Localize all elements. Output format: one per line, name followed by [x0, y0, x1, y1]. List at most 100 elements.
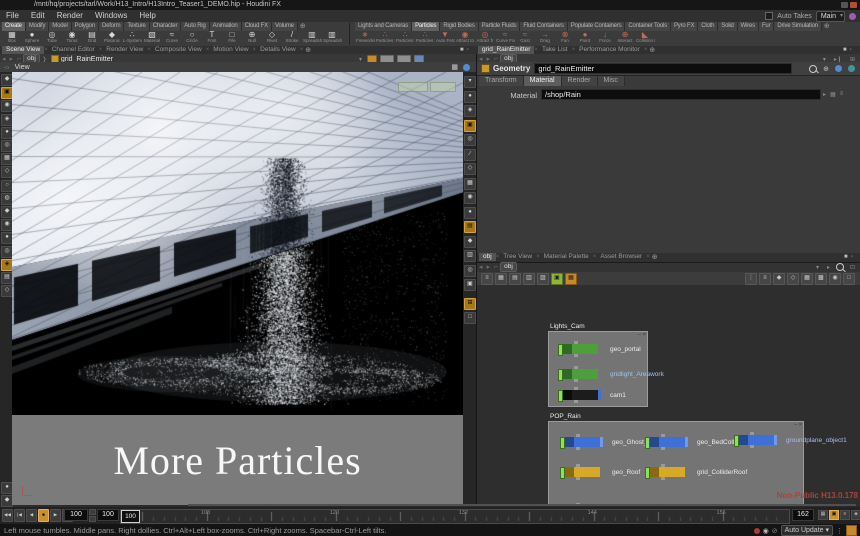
shelf-tab-fur[interactable]: Fur — [759, 22, 774, 31]
menu-edit[interactable]: Edit — [25, 10, 51, 22]
node-geo_Ghost_Collider[interactable]: geo_Ghost_Collider — [560, 437, 603, 447]
camera-menu-button[interactable] — [398, 82, 428, 92]
shelf-tool-curve-force[interactable]: ≈Curve Force — [495, 31, 515, 46]
node-geo_Roof[interactable]: geo_Roof — [560, 467, 600, 477]
view-menu-button[interactable] — [430, 82, 456, 92]
shelf-tab-polygon[interactable]: Polygon — [72, 22, 99, 31]
help-icon[interactable] — [835, 65, 842, 72]
shelf-tool-particles-f[interactable]: ∴Particles f — [375, 31, 395, 46]
window-close-icon[interactable] — [850, 2, 857, 8]
shelf-tab-rigid-bodies[interactable]: Rigid Bodies — [440, 22, 478, 31]
pane-tab-take-list[interactable]: Take List — [538, 46, 572, 54]
shelf-tab-lights-and-cameras[interactable]: Lights and Cameras — [355, 22, 412, 31]
current-frame-marker[interactable]: 100 — [121, 510, 140, 523]
vp-right-icons-icon[interactable]: ▣ — [464, 279, 476, 291]
layout-icon[interactable]: ▦ — [451, 63, 458, 71]
panel-icon[interactable]: ⊡ — [848, 264, 857, 271]
shelf-tab-solid[interactable]: Solid — [718, 22, 737, 31]
vp-right-icons-icon[interactable]: ∕ — [464, 149, 476, 161]
new-tab-icon[interactable]: ⊕ — [647, 46, 657, 54]
shelf-tool-point[interactable]: ●Point — [575, 31, 595, 46]
playbar-option-icon[interactable]: ▦ — [818, 510, 828, 520]
shelf-tool-material[interactable]: ▧Material — [142, 31, 162, 46]
vp-right-icons-icon[interactable]: ◇ — [464, 163, 476, 175]
shelf-tool-interact[interactable]: ⊕Interact — [615, 31, 635, 46]
shelf-tool-sphere[interactable]: ●Sphere — [22, 31, 42, 46]
shelf-tool-particles-f[interactable]: ∴Particles f — [415, 31, 435, 46]
globe-icon[interactable] — [463, 64, 470, 71]
net-view-icon[interactable]: ◆ — [773, 273, 785, 285]
shelf-tool-force[interactable]: ↓Force — [595, 31, 615, 46]
shelf-tool-attract-to[interactable]: ◉Attract to — [455, 31, 475, 46]
shelf-tab-pyro-fx[interactable]: Pyro FX — [671, 22, 698, 31]
error-badge-icon[interactable] — [754, 528, 760, 534]
net-toolbar-icon[interactable]: ≡ — [481, 273, 493, 285]
net-toolbar-icon[interactable]: ▦ — [495, 273, 507, 285]
node-geo_portal[interactable]: geo_portal — [558, 344, 598, 354]
maximize-pane-icon[interactable]: ■ — [843, 47, 847, 53]
vp-right-icons-icon[interactable]: ▥ — [464, 250, 476, 262]
shelf-tool-l-system[interactable]: ∴L-System — [122, 31, 142, 46]
shelf-tool-box[interactable]: ▦Box — [2, 31, 22, 46]
vp-right-icons-icon[interactable]: ● — [464, 207, 476, 219]
forward-icon[interactable]: ▸ — [485, 263, 493, 271]
auto-update-selector[interactable]: Auto Update ▾ — [781, 525, 833, 536]
playbar-option-icon[interactable]: ≡ — [840, 510, 850, 520]
vp-right-icons-icon[interactable]: ⊞ — [464, 298, 476, 310]
take-color-icon[interactable] — [849, 13, 856, 20]
shelf-tab-particle-fluids[interactable]: Particle Fluids — [479, 22, 521, 31]
net-view-icon[interactable]: ◇ — [787, 273, 799, 285]
shelf-tab-auto-rig[interactable]: Auto Rig — [181, 22, 209, 31]
vp-right-icons-icon[interactable]: ▦ — [464, 178, 476, 190]
pane-tab-motion-view[interactable]: Motion View — [209, 46, 252, 54]
range-end-field[interactable]: 162 — [792, 509, 814, 521]
shelf-tab-character[interactable]: Character — [150, 22, 182, 31]
pane-menu-icon[interactable]: ◦ — [850, 47, 852, 53]
play-icon[interactable]: ▸ — [825, 264, 832, 271]
shelf-tool-spreadsh[interactable]: ▥Spreadsh — [322, 31, 342, 46]
pane-menu-icon[interactable]: ◦ — [851, 254, 853, 260]
pane-tab-performance-monitor[interactable]: Performance Monitor — [575, 46, 644, 54]
shelf-tab-modify[interactable]: Modify — [26, 22, 49, 31]
shelf-tool-fan[interactable]: ⊗Fan — [555, 31, 575, 46]
scene-viewport[interactable] — [12, 72, 463, 415]
menu-file[interactable]: File — [0, 10, 25, 22]
menu-render[interactable]: Render — [51, 10, 89, 22]
shelf-tool-tube[interactable]: ◎Tube — [42, 31, 62, 46]
vp-right-icons-icon[interactable]: ◆ — [464, 236, 476, 248]
shelf-tool-fireworks[interactable]: ∗Fireworks — [355, 31, 375, 46]
memory-icon[interactable] — [846, 525, 857, 536]
path-dropdown-icon[interactable]: ▾ — [814, 264, 821, 271]
search-icon[interactable] — [809, 65, 817, 73]
vp-right-icons-icon[interactable]: ▣ — [464, 120, 476, 132]
network-box-lights_cam[interactable]: – ×geo_portalgridlight_Areaworkcam1 — [548, 331, 648, 407]
vp-right-icons-icon[interactable]: ▤ — [464, 221, 476, 233]
net-view-icon[interactable]: ◉ — [829, 273, 841, 285]
node-grid_ColliderRoof[interactable]: grid_ColliderRoof — [645, 467, 685, 477]
shelf-tool-circle[interactable]: ○Circle — [182, 31, 202, 46]
node-name-field[interactable]: grid_RainEmitter — [534, 63, 792, 74]
net-view-icon[interactable]: ⋮ — [745, 273, 757, 285]
pane-tab-grid-rainemitter[interactable]: grid_RainEmitter — [478, 46, 534, 54]
shelf-tool-font[interactable]: TFont — [202, 31, 222, 46]
new-tab-icon[interactable]: ⊕ — [650, 253, 660, 261]
play-reverse-button[interactable]: ◀ — [26, 509, 37, 522]
more-icon[interactable]: ⋮ — [836, 527, 843, 535]
shelf-tab-texture[interactable]: Texture — [124, 22, 149, 31]
param-tab-render[interactable]: Render — [562, 76, 598, 86]
range-toggle-icons[interactable] — [89, 509, 96, 522]
net-view-icon[interactable]: ▦ — [801, 273, 813, 285]
node-gridlight_Areawork[interactable]: gridlight_Areawork — [558, 369, 598, 379]
range-start-field[interactable]: 100 — [97, 509, 119, 521]
net-toolbar-icon[interactable]: ▤ — [509, 273, 521, 285]
shelf-tab-populate-containers[interactable]: Populate Containers — [568, 22, 626, 31]
net-view-icon[interactable]: ▩ — [815, 273, 827, 285]
language-icon[interactable] — [848, 65, 855, 72]
prev-frame-button[interactable]: |◀ — [14, 509, 25, 522]
vp-right-icons-icon[interactable]: ◎ — [464, 134, 476, 146]
maximize-pane-icon[interactable]: ■ — [460, 47, 464, 53]
menu-icon[interactable]: ≡ — [838, 91, 846, 97]
shelf-tab-fluid-containers[interactable]: Fluid Containers — [520, 22, 568, 31]
vp-right-icons-icon[interactable]: ◎ — [464, 265, 476, 277]
shelf-tool-attract-fr[interactable]: ◎Attract fr — [475, 31, 495, 46]
